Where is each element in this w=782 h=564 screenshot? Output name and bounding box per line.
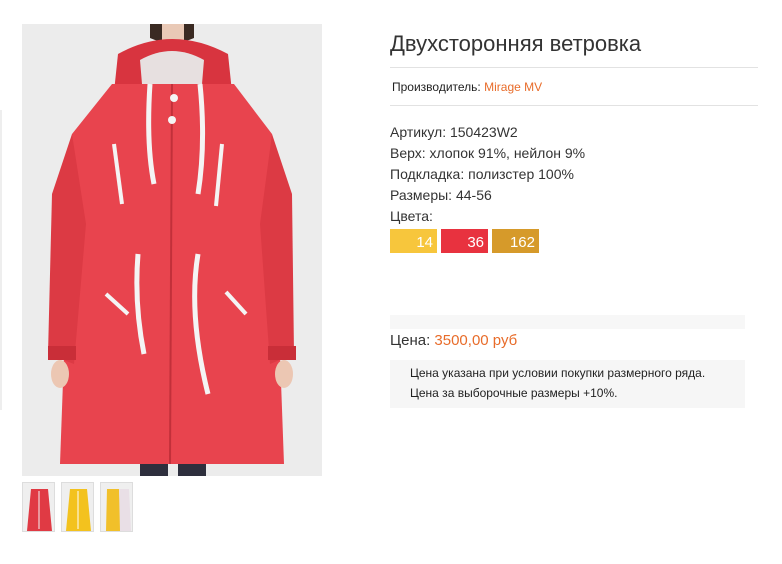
page-edge-divider bbox=[0, 110, 2, 410]
price-note-line: Цена указана при условии покупки размерн… bbox=[410, 366, 706, 380]
color-swatch-36[interactable]: 36 bbox=[441, 229, 488, 253]
color-swatch-14[interactable]: 14 bbox=[390, 229, 437, 253]
thumbnail-strip bbox=[22, 482, 133, 532]
manufacturer-link[interactable]: Mirage MV bbox=[484, 80, 542, 94]
thumbnail-yellow[interactable] bbox=[61, 482, 94, 532]
product-main-image[interactable] bbox=[22, 24, 322, 476]
product-specs: Артикул: 150423W2 Верх: хлопок 91%, нейл… bbox=[390, 122, 585, 227]
price-note: Цена указана при условии покупки размерн… bbox=[390, 360, 745, 408]
price-value: 3500,00 руб bbox=[434, 332, 518, 349]
divider bbox=[390, 105, 758, 106]
spec-outer-material: Верх: хлопок 91%, нейлон 9% bbox=[390, 145, 586, 161]
price-note-line: Цена за выборочные размеры +10%. bbox=[410, 386, 618, 400]
spec-article: Артикул: 150423W2 bbox=[390, 124, 518, 140]
color-swatch-162[interactable]: 162 bbox=[492, 229, 539, 253]
thumbnail-red[interactable] bbox=[22, 482, 55, 532]
thumbnail-yellow-alt[interactable] bbox=[100, 482, 133, 532]
price-line: Цена: 3500,00 руб bbox=[390, 332, 517, 349]
spec-sizes: Размеры: 44-56 bbox=[390, 187, 492, 203]
manufacturer-line: Производитель: Mirage MV bbox=[392, 80, 542, 94]
divider bbox=[390, 67, 758, 68]
manufacturer-label: Производитель: bbox=[392, 80, 481, 94]
spec-lining: Подкладка: полизстер 100% bbox=[390, 166, 574, 182]
spec-colors-label: Цвета: bbox=[390, 208, 433, 224]
color-swatches: 14 36 162 bbox=[390, 229, 539, 253]
price-divider-bar bbox=[390, 315, 745, 329]
product-title: Двухсторонняя ветровка bbox=[390, 31, 642, 56]
price-label: Цена: bbox=[390, 332, 431, 349]
